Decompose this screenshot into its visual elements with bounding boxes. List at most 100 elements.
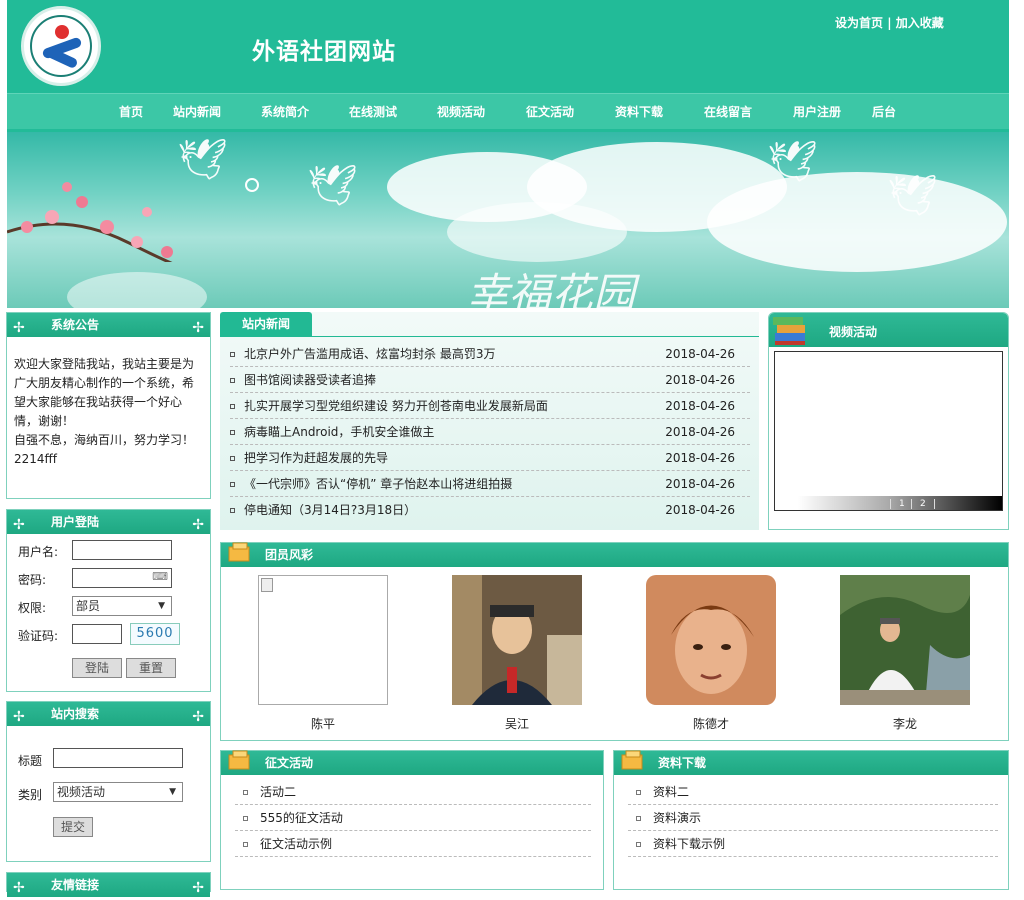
password-label: 密码:	[18, 573, 47, 587]
nav-download[interactable]: 资料下载	[615, 103, 663, 120]
download-title-bar: 资料下载	[614, 750, 1008, 775]
member-name: 陈德才	[692, 717, 729, 731]
site-title: 外语社团网站	[252, 38, 396, 65]
username-label: 用户名:	[18, 545, 59, 559]
member-photo[interactable]	[646, 575, 776, 705]
news-item[interactable]: 病毒瞄上Android，手机安全谁做主 2018-04-26	[230, 419, 750, 445]
bookmark-link[interactable]: 加入收藏	[896, 16, 944, 30]
essay-item[interactable]: 555的征文活动	[235, 805, 591, 831]
download-item[interactable]: 资料下载示例	[628, 831, 998, 857]
news-item[interactable]: 图书馆阅读器受读者追捧 2018-04-26	[230, 367, 750, 393]
nav-video[interactable]: 视频活动	[437, 103, 485, 120]
bullet-icon	[636, 842, 641, 847]
main-nav: 首页 站内新闻 系统简介 在线测试 视频活动 征文活动 资料下载 在线留言 用户…	[7, 93, 1009, 129]
login-title-bar: ✢ 用户登陆 ✢	[7, 510, 210, 534]
member-photo[interactable]	[840, 575, 970, 705]
login-button[interactable]: 登陆	[72, 658, 122, 678]
essay-title-bar: 征文活动	[221, 750, 603, 775]
essay-title: 征文活动	[265, 756, 314, 770]
reset-button[interactable]: 重置	[126, 658, 176, 678]
news-item[interactable]: 停电通知（3月14日?3月18日） 2018-04-26	[230, 497, 750, 523]
box-icon	[228, 542, 250, 562]
search-category-select[interactable]: 视频活动 ▼	[53, 782, 183, 802]
search-title-bar: ✢ 站内搜索 ✢	[7, 702, 210, 726]
news-item[interactable]: 扎实开展学习型党组织建设 努力开创苍南电业发展新局面 2018-04-26	[230, 393, 750, 419]
member-name: 李龙	[892, 717, 917, 731]
download-item[interactable]: 资料二	[628, 779, 998, 805]
dove-icon: 🕊	[887, 173, 938, 219]
essay-panel: 征文活动 活动二 555的征文活动 征文活动示例	[220, 750, 604, 890]
dropdown-arrow-icon: ▼	[169, 787, 176, 797]
notice-line: 自强不息，海纳百川，努力学习！2214fff	[14, 433, 195, 466]
essay-item[interactable]: 活动二	[235, 779, 591, 805]
role-select[interactable]: 部员 ▼	[72, 596, 172, 616]
notice-title: 系统公告	[51, 318, 100, 332]
bullet-icon	[230, 352, 235, 357]
set-home-link[interactable]: 设为首页	[835, 16, 883, 30]
links-panel: ✢ 友情链接 ✢	[6, 872, 211, 897]
search-submit-button[interactable]: 提交	[53, 817, 93, 837]
bullet-icon	[243, 816, 248, 821]
search-panel: ✢ 站内搜索 ✢ 标题 类别 视频活动 ▼ 提交	[6, 701, 211, 862]
nav-home[interactable]: 首页	[119, 103, 143, 120]
nav-news[interactable]: 站内新闻	[173, 103, 221, 120]
download-item[interactable]: 资料演示	[628, 805, 998, 831]
search-category-value: 视频活动	[57, 785, 106, 799]
top-links-separator: |	[887, 16, 892, 30]
keyboard-icon[interactable]: ⌨	[152, 570, 168, 583]
login-title: 用户登陆	[51, 515, 100, 529]
captcha-label: 验证码:	[18, 629, 59, 643]
banner-text: 幸福花园	[467, 269, 636, 308]
site-logo	[21, 6, 101, 86]
members-title: 团员风彩	[265, 548, 314, 562]
bullet-icon	[243, 842, 248, 847]
bullet-icon	[230, 404, 235, 409]
news-item[interactable]: 把学习作为赶超发展的先导 2018-04-26	[230, 445, 750, 471]
notice-panel: ✢ 系统公告 ✢ 欢迎大家登陆我站，我站主要是为广大朋友精心制作的一个系统，希望…	[6, 312, 211, 499]
news-item[interactable]: 北京户外广告滥用成语、炫富均封杀 最高罚3万 2018-04-26	[230, 341, 750, 367]
bullet-icon	[230, 456, 235, 461]
nav-essay[interactable]: 征文活动	[526, 103, 574, 120]
news-item[interactable]: 《一代宗师》否认“停机” 章子怡赵本山将进组拍摄 2018-04-26	[230, 471, 750, 497]
download-title: 资料下载	[658, 756, 707, 770]
news-panel: 站内新闻 北京户外广告滥用成语、炫富均封杀 最高罚3万 2018-04-26 图书…	[220, 312, 759, 530]
video-page-button[interactable]: 2	[911, 499, 935, 509]
video-player[interactable]: 1 2	[774, 351, 1003, 511]
members-title-bar: 团员风彩	[221, 542, 1008, 567]
password-input[interactable]: ⌨	[72, 568, 172, 588]
download-panel: 资料下载 资料二 资料演示 资料下载示例	[613, 750, 1009, 890]
ornament-icon: ✢	[192, 880, 204, 896]
nav-message[interactable]: 在线留言	[704, 103, 752, 120]
ornament-icon: ✢	[192, 517, 204, 533]
essay-item[interactable]: 征文活动示例	[235, 831, 591, 857]
login-panel: ✢ 用户登陆 ✢ 用户名: 密码: ⌨ 权限: 部员 ▼ 验证码: 5600 登…	[6, 509, 211, 692]
blossom-branch-icon	[7, 182, 173, 262]
bullet-icon	[230, 430, 235, 435]
links-title: 友情链接	[51, 878, 100, 892]
search-title-label: 标题	[18, 754, 43, 768]
dove-icon: 🕊	[307, 163, 358, 209]
links-title-bar: ✢ 友情链接 ✢	[7, 873, 210, 897]
member-photo-broken[interactable]	[258, 575, 388, 705]
bullet-icon	[636, 816, 641, 821]
bullet-icon	[230, 508, 235, 513]
member-name: 吴江	[504, 717, 529, 731]
top-links: 设为首页 | 加入收藏	[835, 14, 944, 31]
captcha-input[interactable]	[72, 624, 122, 644]
search-title-input[interactable]	[53, 748, 183, 768]
captcha-image[interactable]: 5600	[130, 623, 180, 645]
ornament-icon: ✢	[13, 709, 25, 725]
nav-intro[interactable]: 系统简介	[261, 103, 309, 120]
username-input[interactable]	[72, 540, 172, 560]
nav-online-test[interactable]: 在线测试	[349, 103, 397, 120]
video-panel: 视频活动 1 2	[768, 312, 1009, 530]
tab-news[interactable]: 站内新闻	[220, 312, 312, 336]
nav-register[interactable]: 用户注册	[793, 103, 841, 120]
video-page-button[interactable]: 1	[890, 499, 913, 509]
notice-title-bar: ✢ 系统公告 ✢	[7, 313, 210, 337]
dropdown-arrow-icon: ▼	[158, 601, 165, 611]
notice-body: 欢迎大家登陆我站，我站主要是为广大朋友精心制作的一个系统，希望大家能够在我站获得…	[7, 337, 210, 487]
member-photo[interactable]	[452, 575, 582, 705]
nav-admin[interactable]: 后台	[872, 103, 896, 120]
ornament-icon: ✢	[192, 320, 204, 336]
